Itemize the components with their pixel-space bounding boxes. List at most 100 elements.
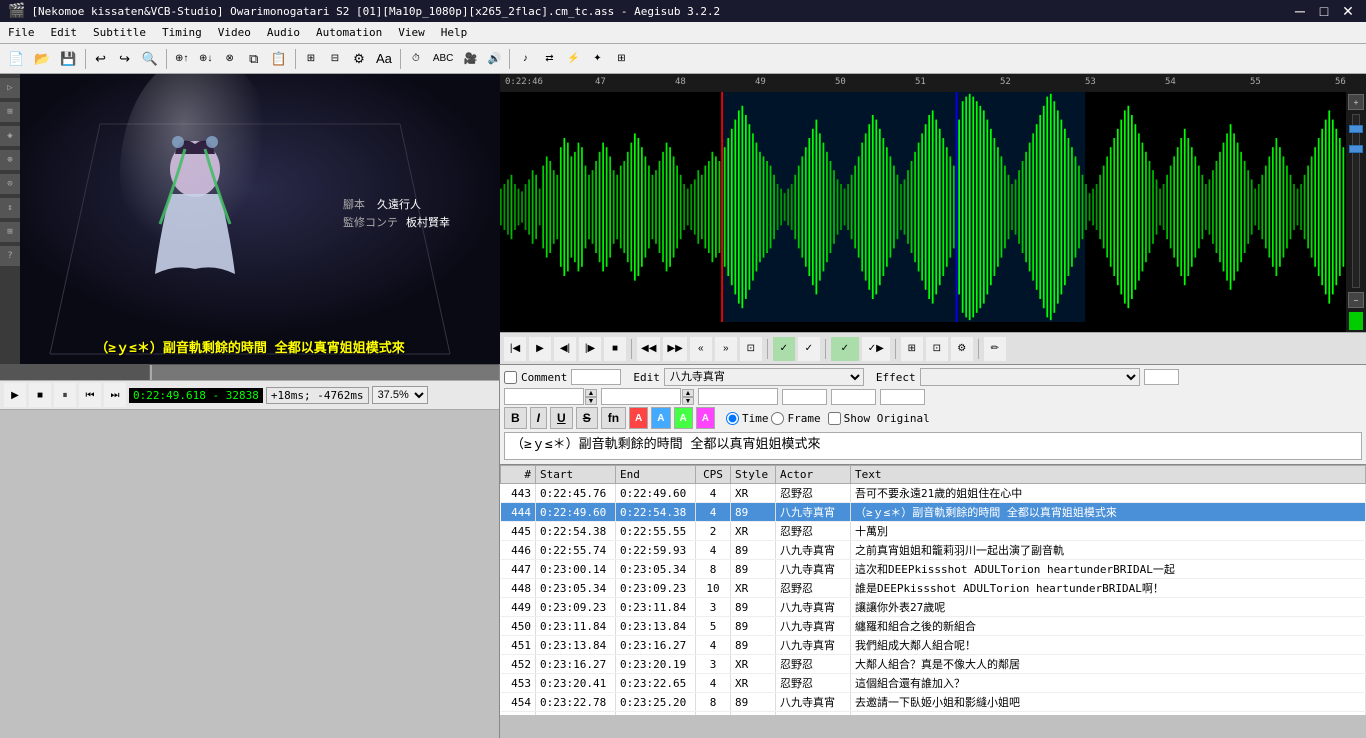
stop-button[interactable]: ■ bbox=[29, 383, 51, 407]
strikethrough-button[interactable]: S bbox=[576, 407, 598, 429]
wav-fwd-1s[interactable]: ▶▶ bbox=[663, 337, 686, 361]
prev-frame-button[interactable]: ⏮ bbox=[79, 383, 101, 407]
time-duration-input[interactable]: 0:00:04.78 bbox=[698, 388, 778, 405]
menu-automation[interactable]: Automation bbox=[308, 24, 390, 41]
wav-next-frame[interactable]: |▶ bbox=[579, 337, 601, 361]
color1-button[interactable]: A bbox=[629, 407, 648, 429]
table-row[interactable]: 446 0:22:55.74 0:22:59.93 4 89 八九寺真宵 之前真… bbox=[501, 541, 1366, 560]
shift-times-button[interactable]: ⇄ bbox=[538, 47, 560, 71]
menu-audio[interactable]: Audio bbox=[259, 24, 308, 41]
insert-before-button[interactable]: ⊕↑ bbox=[171, 47, 193, 71]
wave-zoom-in[interactable]: + bbox=[1348, 94, 1364, 110]
wav-fwd-5s[interactable]: » bbox=[715, 337, 737, 361]
save-button[interactable]: 💾 bbox=[56, 47, 80, 71]
menu-subtitle[interactable]: Subtitle bbox=[85, 24, 154, 41]
video-open-button[interactable]: 🎥 bbox=[459, 47, 481, 71]
effect-select[interactable] bbox=[920, 368, 1140, 386]
show-original-checkbox[interactable] bbox=[828, 412, 841, 425]
find-button[interactable]: 🔍 bbox=[138, 47, 162, 71]
italic-button[interactable]: I bbox=[530, 407, 547, 429]
table-row[interactable]: 448 0:23:05.34 0:23:09.23 10 XR 忍野忍 誰是DE… bbox=[501, 579, 1366, 598]
num1-input[interactable]: 0 bbox=[782, 389, 827, 405]
menu-edit[interactable]: Edit bbox=[43, 24, 86, 41]
color4-button[interactable]: A bbox=[696, 407, 715, 429]
redo-button[interactable]: ↪ bbox=[114, 47, 136, 71]
wav-karaoke-button[interactable]: ⊞ bbox=[901, 337, 923, 361]
open-button[interactable]: 📂 bbox=[30, 47, 54, 71]
wav-prev-button[interactable]: |◀ bbox=[504, 337, 526, 361]
num3-input[interactable]: 0 bbox=[880, 389, 925, 405]
table-row[interactable]: 449 0:23:09.23 0:23:11.84 3 89 八九寺真宵 讓讓你… bbox=[501, 598, 1366, 617]
wav-set-end[interactable]: ✓ bbox=[798, 337, 820, 361]
video-icon-8[interactable]: ? bbox=[0, 246, 20, 266]
paste-button[interactable]: 📋 bbox=[267, 47, 291, 71]
time-start-down[interactable]: ▼ bbox=[585, 397, 597, 405]
wav-pencil-button[interactable]: ✏ bbox=[984, 337, 1006, 361]
minimize-button[interactable]: ─ bbox=[1290, 1, 1310, 21]
waveform-visual[interactable] bbox=[500, 92, 1346, 322]
video-icon-3[interactable]: ◈ bbox=[0, 126, 20, 146]
subtitle-text-input[interactable]: （≥ｙ≤＊）副音軌剩餘的時間 全都以真宵姐姐模式來 bbox=[504, 432, 1362, 460]
new-button[interactable]: 📄 bbox=[4, 47, 28, 71]
spell-button[interactable]: ABC bbox=[429, 47, 458, 71]
menu-help[interactable]: Help bbox=[433, 24, 476, 41]
table-row[interactable]: 453 0:23:20.41 0:23:22.65 4 XR 忍野忍 這個組合還… bbox=[501, 674, 1366, 693]
video-icon-1[interactable]: ▷ bbox=[0, 78, 20, 98]
time-end-down[interactable]: ▼ bbox=[682, 397, 694, 405]
color2-button[interactable]: A bbox=[651, 407, 670, 429]
table-row[interactable]: 444 0:22:49.60 0:22:54.38 4 89 八九寺真宵 （≥ｙ… bbox=[501, 503, 1366, 522]
bold-button[interactable]: B bbox=[504, 407, 527, 429]
color3-button[interactable]: A bbox=[674, 407, 693, 429]
undo-button[interactable]: ↩ bbox=[90, 47, 112, 71]
wav-commit-1[interactable]: ✓ bbox=[831, 337, 859, 361]
wav-back-5s[interactable]: « bbox=[690, 337, 712, 361]
video-icon-4[interactable]: ⊕ bbox=[0, 150, 20, 170]
wav-settings-button[interactable]: ⚙ bbox=[951, 337, 973, 361]
wav-sfx-button[interactable]: ⊡ bbox=[926, 337, 948, 361]
table-row[interactable]: 443 0:22:45.76 0:22:49.60 4 XR 忍野忍 吾可不要永… bbox=[501, 484, 1366, 503]
wav-set-start[interactable]: ✓ bbox=[773, 337, 795, 361]
wav-commit-2[interactable]: ✓▶ bbox=[862, 337, 890, 361]
zoom-select[interactable]: 37.5% 50% 75% 100% bbox=[372, 386, 428, 404]
delete-button[interactable]: ⊗ bbox=[219, 47, 241, 71]
extra-btn-2[interactable]: ⊞ bbox=[610, 47, 632, 71]
wav-prev-frame[interactable]: ◀| bbox=[554, 337, 576, 361]
extra-btn-1[interactable]: ✦ bbox=[586, 47, 608, 71]
styles-button[interactable]: Aa bbox=[372, 47, 396, 71]
copy-button[interactable]: ⧉ bbox=[243, 47, 265, 71]
split-button[interactable]: ⊟ bbox=[324, 47, 346, 71]
menu-view[interactable]: View bbox=[390, 24, 433, 41]
table-row[interactable]: 452 0:23:16.27 0:23:20.19 3 XR 忍野忍 大鄰人組合… bbox=[501, 655, 1366, 674]
pause-button[interactable]: ⏸ bbox=[54, 383, 76, 407]
time-end-input[interactable]: 0:22:54.38 bbox=[601, 388, 681, 405]
join-lines-button[interactable]: ⊞ bbox=[300, 47, 322, 71]
close-button[interactable]: ✕ bbox=[1338, 1, 1358, 21]
table-row[interactable]: 447 0:23:00.14 0:23:05.34 8 89 八九寺真宵 這次和… bbox=[501, 560, 1366, 579]
audio-open-button[interactable]: 🔊 bbox=[483, 47, 505, 71]
wav-goto-sel[interactable]: ⊡ bbox=[740, 337, 762, 361]
time-end-up[interactable]: ▲ bbox=[682, 389, 694, 397]
effect-number[interactable]: 21 bbox=[1144, 369, 1179, 385]
video-icon-5[interactable]: ⊙ bbox=[0, 174, 20, 194]
menu-video[interactable]: Video bbox=[210, 24, 259, 41]
table-row[interactable]: 455 0:23:25.20 0:23:27.20 4 XR 忍野忍 真是個妮惡… bbox=[501, 712, 1366, 716]
wav-play-button[interactable]: ▶ bbox=[529, 337, 551, 361]
wave-zoom-out[interactable]: − bbox=[1348, 292, 1364, 308]
layer-input[interactable]: 89 bbox=[571, 369, 621, 385]
restore-button[interactable]: □ bbox=[1314, 1, 1334, 21]
menu-timing[interactable]: Timing bbox=[154, 24, 210, 41]
insert-after-button[interactable]: ⊕↓ bbox=[195, 47, 217, 71]
table-row[interactable]: 451 0:23:13.84 0:23:16.27 4 89 八九寺真宵 我們組… bbox=[501, 636, 1366, 655]
table-row[interactable]: 445 0:22:54.38 0:22:55.55 2 XR 忍野忍 十萬別 bbox=[501, 522, 1366, 541]
time-start-input[interactable]: 0:22:49.60 bbox=[504, 388, 584, 405]
next-frame-button[interactable]: ⏭ bbox=[104, 383, 126, 407]
time-start-up[interactable]: ▲ bbox=[585, 389, 597, 397]
frame-radio[interactable] bbox=[771, 412, 784, 425]
actor-select[interactable]: 八九寺真宵 忍野忍 bbox=[664, 368, 864, 386]
table-row[interactable]: 450 0:23:11.84 0:23:13.84 5 89 八九寺真宵 纏羅和… bbox=[501, 617, 1366, 636]
timing-button[interactable]: ⏱ bbox=[405, 47, 427, 71]
wave-zoom-slider[interactable] bbox=[1352, 114, 1360, 288]
underline-button[interactable]: U bbox=[550, 407, 573, 429]
menu-file[interactable]: File bbox=[0, 24, 43, 41]
karaoke-button[interactable]: ♪ bbox=[514, 47, 536, 71]
